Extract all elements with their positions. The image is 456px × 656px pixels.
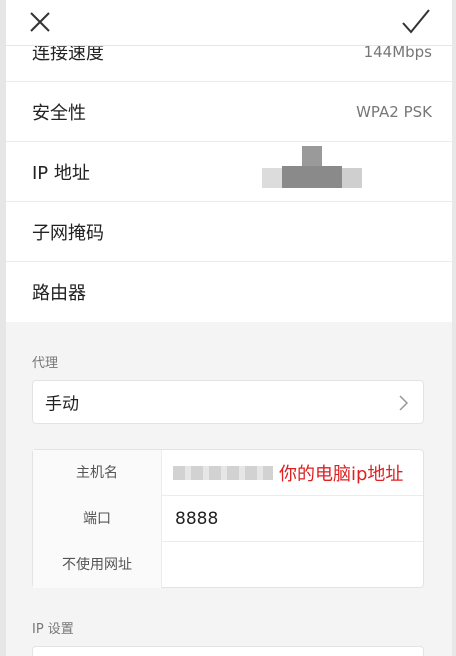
security-value: WPA2 PSK bbox=[356, 102, 432, 121]
hostname-label: 主机名 bbox=[33, 450, 162, 496]
port-label: 端口 bbox=[33, 496, 162, 542]
close-button[interactable] bbox=[24, 6, 56, 38]
router-label: 路由器 bbox=[32, 283, 86, 304]
check-icon bbox=[402, 9, 430, 34]
ip-address-label: IP 地址 bbox=[32, 162, 90, 184]
subnet-mask-label: 子网掩码 bbox=[32, 222, 104, 244]
proxy-row-port: 端口 8888 bbox=[33, 496, 423, 542]
wifi-settings-screen: 连接速度 144Mbps 安全性 WPA2 PSK IP 地址 子网掩码 路由器 bbox=[6, 0, 452, 656]
port-value: 8888 bbox=[175, 508, 219, 529]
close-icon bbox=[30, 12, 50, 32]
bypass-input[interactable] bbox=[163, 542, 422, 588]
ip-settings-section-title: IP 设置 bbox=[32, 622, 74, 637]
bypass-label: 不使用网址 bbox=[33, 542, 162, 588]
info-row-security: 安全性 WPA2 PSK bbox=[6, 82, 452, 142]
info-row-router: 路由器 bbox=[6, 262, 452, 322]
top-bar bbox=[6, 0, 452, 46]
proxy-settings-table: 主机名 你的电脑ip地址 端口 8888 不使用网址 bbox=[32, 449, 424, 588]
proxy-section-title: 代理 bbox=[32, 356, 59, 371]
proxy-mode-label: 手动 bbox=[45, 394, 79, 415]
proxy-row-hostname: 主机名 你的电脑ip地址 bbox=[33, 450, 423, 496]
frame-edge-right bbox=[452, 0, 456, 656]
info-row-subnet-mask: 子网掩码 bbox=[6, 202, 452, 262]
proxy-row-bypass: 不使用网址 bbox=[33, 542, 423, 588]
ip-settings-select[interactable] bbox=[32, 646, 424, 656]
hostname-redacted bbox=[173, 466, 273, 480]
info-row-ip-address: IP 地址 bbox=[6, 142, 452, 202]
proxy-mode-select[interactable]: 手动 bbox=[32, 380, 424, 424]
ip-address-redacted bbox=[262, 146, 362, 190]
chevron-right-icon bbox=[399, 395, 409, 411]
network-info-list: 连接速度 144Mbps 安全性 WPA2 PSK IP 地址 子网掩码 路由器 bbox=[6, 22, 452, 322]
hostname-annotation: 你的电脑ip地址 bbox=[279, 464, 404, 485]
security-label: 安全性 bbox=[32, 102, 86, 124]
confirm-button[interactable] bbox=[398, 5, 434, 39]
